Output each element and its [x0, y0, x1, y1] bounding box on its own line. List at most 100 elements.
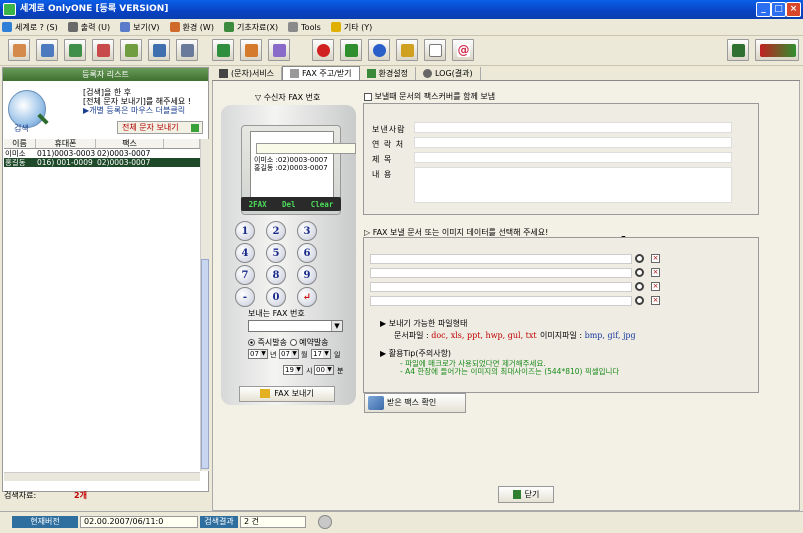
year-select[interactable]: 07 ▼ [248, 349, 268, 359]
close-button[interactable]: 닫기 [498, 486, 554, 503]
menu-bar: 세계로 ? (S) 출력 (U) 보기(V) 환경 (W) 기초자료(X) To… [0, 19, 803, 36]
menu-settings[interactable]: 환경 (W) [169, 22, 214, 33]
menu-segero[interactable]: 세계로 ? (S) [2, 22, 58, 33]
menu-tools[interactable]: Tools [288, 22, 321, 32]
toolbar-email-button[interactable]: @ [452, 39, 474, 61]
month-select[interactable]: 07 ▼ [279, 349, 299, 359]
contact-input[interactable] [414, 137, 732, 148]
fax-cover-checkbox[interactable] [364, 92, 372, 101]
col-header-fax[interactable]: 팩스 [96, 139, 164, 148]
contact-card-icon [69, 44, 82, 57]
reserve-radio[interactable] [289, 339, 297, 346]
received-fax-button[interactable]: 받은 팩스 확인 [364, 393, 466, 413]
maximize-button[interactable]: □ [771, 2, 786, 17]
toolbar-image-viewer-button[interactable] [396, 39, 418, 61]
toolbar-browser-button[interactable] [368, 39, 390, 61]
clear-button[interactable]: Clear [311, 200, 334, 209]
vertical-scrollbar[interactable] [200, 139, 209, 471]
list-item[interactable]: 홍길동 :02)0003-0007 [254, 164, 328, 172]
info-line-3: ▶개별 등록은 마우스 더블클릭 [83, 106, 186, 115]
cover-message-box: 보낸사람 연 락 처 제 목 내 용 [363, 103, 759, 215]
key-6[interactable]: 6 [297, 243, 317, 263]
key-8[interactable]: 8 [266, 265, 286, 285]
minute-select[interactable]: 00 ▼ [314, 365, 334, 375]
send-now-radio[interactable] [248, 339, 255, 346]
add-fax-button[interactable]: 2FAX [249, 200, 267, 209]
toolbar-excel-button[interactable] [340, 39, 362, 61]
toolbar-network-button[interactable] [212, 39, 234, 61]
browse-file-icon[interactable] [635, 296, 644, 305]
key-4[interactable]: 4 [235, 243, 255, 263]
delete-file-icon[interactable]: × [651, 282, 660, 291]
hour-select[interactable]: 19 ▼ [283, 365, 303, 375]
registrant-list-header: 등록자 리스트 [3, 68, 208, 81]
horizontal-scrollbar[interactable] [4, 472, 200, 481]
key-5[interactable]: 5 [266, 243, 286, 263]
excel-icon [345, 44, 358, 57]
menu-base-data[interactable]: 기초자료(X) [223, 22, 278, 33]
toolbar-window-button[interactable] [424, 39, 446, 61]
tab-fax[interactable]: FAX 주고/받기 [282, 66, 360, 80]
minimize-button[interactable]: _ [756, 2, 771, 17]
scroll-thumb[interactable] [201, 259, 209, 469]
tab-log[interactable]: LOG(결과) [416, 67, 481, 80]
menu-print[interactable]: 출력 (U) [67, 22, 110, 33]
toolbar-contact-button[interactable] [64, 39, 86, 61]
toolbar-edit-button[interactable] [120, 39, 142, 61]
delete-button[interactable]: Del [282, 200, 296, 209]
content-textarea[interactable] [414, 167, 732, 203]
sender-input[interactable] [414, 122, 732, 133]
key-dash[interactable]: - [235, 287, 255, 307]
table-row[interactable]: 홍길동 016) 001-0009 02)0003-0007 [4, 158, 200, 167]
browse-file-icon[interactable] [635, 254, 644, 263]
toolbar-support-button[interactable] [755, 39, 799, 61]
col-header-mobile[interactable]: 휴대폰 [36, 139, 96, 148]
toolbar: @ [0, 36, 803, 66]
toolbar-stop-button[interactable] [312, 39, 334, 61]
toolbar-calculator-button[interactable] [176, 39, 198, 61]
browse-file-icon[interactable] [635, 268, 644, 277]
toolbar-user-button[interactable] [8, 39, 30, 61]
table-row[interactable]: 이미소 011)0003-0003 02)0003-0007 [4, 149, 200, 158]
key-enter[interactable]: ↵ [297, 287, 317, 307]
browse-file-icon[interactable] [635, 282, 644, 291]
toolbar-phone-button[interactable] [36, 39, 58, 61]
key-9[interactable]: 9 [297, 265, 317, 285]
attach-file-2[interactable] [370, 268, 632, 278]
toolbar-monitor-button[interactable] [148, 39, 170, 61]
network-icon [217, 44, 230, 57]
menu-view[interactable]: 보기(V) [120, 22, 160, 33]
col-header-name[interactable]: 이름 [4, 139, 36, 148]
send-all-sms-button[interactable]: 전체 문자 보내기 [117, 121, 203, 134]
send-fax-button[interactable]: FAX 보내기 [239, 386, 335, 402]
list-item[interactable]: 이미소 :02)0003-0007 [254, 156, 328, 164]
day-select[interactable]: 17 ▼ [311, 349, 331, 359]
toolbar-chart-button[interactable] [268, 39, 290, 61]
info-line-1: [검색]을 한 후 [83, 88, 132, 97]
delete-file-icon[interactable]: × [651, 254, 660, 263]
attach-file-3[interactable] [370, 282, 632, 292]
key-3[interactable]: 3 [297, 221, 317, 241]
recipient-fax-input[interactable] [256, 143, 356, 154]
key-2[interactable]: 2 [266, 221, 286, 241]
delete-file-icon[interactable]: × [651, 268, 660, 277]
subject-input[interactable] [414, 152, 732, 163]
key-0[interactable]: 0 [266, 287, 286, 307]
send-fax-number-select[interactable]: ▼ [248, 320, 343, 332]
menu-etc[interactable]: 기타 (Y) [330, 22, 372, 33]
tab-sms-service[interactable]: (문자)서비스 [212, 67, 283, 80]
image-viewer-icon [401, 44, 414, 57]
toolbar-exit-button[interactable] [727, 39, 749, 61]
key-1[interactable]: 1 [235, 221, 255, 241]
toolbar-printer-button[interactable] [240, 39, 262, 61]
attach-file-1[interactable] [370, 254, 632, 264]
close-window-button[interactable]: × [786, 2, 801, 17]
recipient-fax-label: ▽ 수신자 FAX 번호 [255, 93, 321, 102]
toolbar-document-button[interactable] [92, 39, 114, 61]
tab-settings[interactable]: 환경설정 [360, 67, 416, 80]
delete-file-icon[interactable]: × [651, 296, 660, 305]
key-7[interactable]: 7 [235, 265, 255, 285]
search-result-label: 검색결과 [200, 516, 238, 528]
registrant-grid: 이름 휴대폰 팩스 이미소 011)0003-0003 02)0003-0007… [4, 139, 200, 167]
attach-file-4[interactable] [370, 296, 632, 306]
